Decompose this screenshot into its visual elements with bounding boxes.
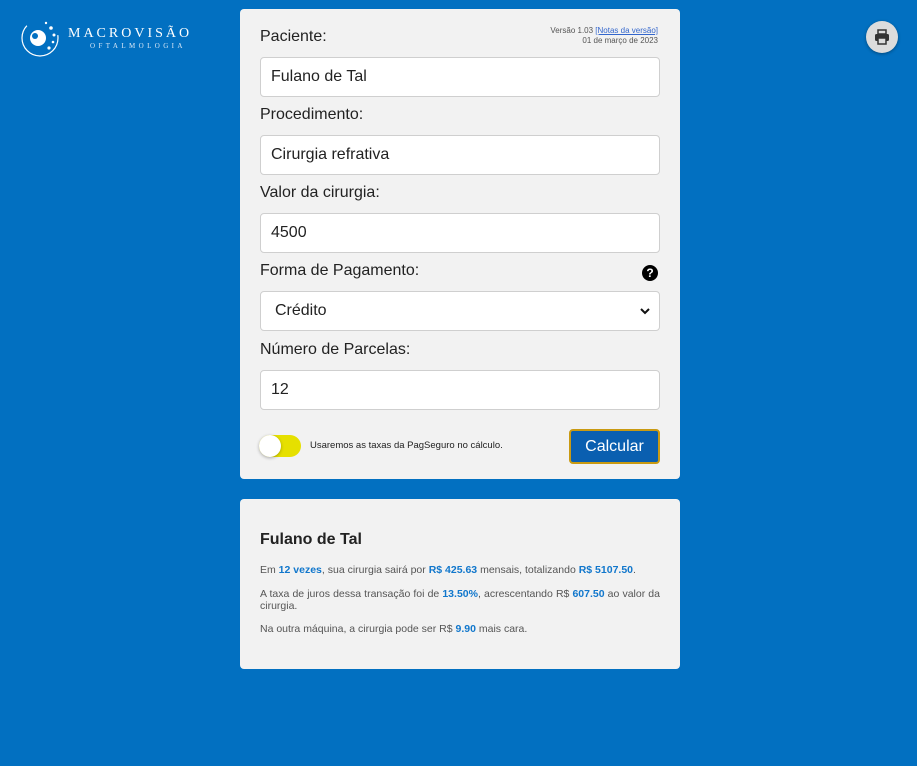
monthly-amount: R$ 425.63: [428, 564, 478, 576]
print-button[interactable]: [866, 21, 898, 53]
brand-name: MACROVISÃO: [68, 25, 193, 41]
installments-label: Número de Parcelas:: [260, 341, 411, 358]
payment-form: Versão 1.03 [Notas da versão] 01 de març…: [240, 9, 680, 479]
brand-subtitle: OFTALMOLOGIA: [90, 41, 186, 50]
result-summary: Em 12 vezes, sua cirurgia sairá por R$ 4…: [260, 564, 636, 576]
patient-input[interactable]: Fulano de Tal: [260, 57, 660, 97]
calculate-button[interactable]: Calcular: [569, 429, 660, 464]
toggle-knob: [259, 435, 281, 457]
printer-icon: [875, 29, 889, 45]
procedure-label: Procedimento:: [260, 106, 364, 123]
pagseguro-toggle[interactable]: [259, 435, 301, 457]
difference-amount: 9.90: [455, 623, 476, 635]
interest-added: 607.50: [572, 588, 605, 600]
payment-method-select[interactable]: Crédito: [260, 291, 660, 331]
result-comparison: Na outra máquina, a cirurgia pode ser R$…: [260, 623, 528, 635]
result-interest: A taxa de juros dessa transação foi de 1…: [260, 588, 660, 612]
chevron-down-icon: [640, 308, 650, 315]
total-amount: R$ 5107.50: [578, 564, 634, 576]
help-icon[interactable]: ?: [642, 265, 658, 281]
patient-label: Paciente:: [260, 28, 327, 45]
release-notes-link[interactable]: [Notas da versão]: [595, 26, 658, 35]
payment-method-label: Forma de Pagamento:: [260, 262, 420, 279]
version-info: Versão 1.03 [Notas da versão] 01 de març…: [550, 26, 658, 46]
installments-count: 12 vezes: [278, 564, 322, 576]
eye-logo-icon: [21, 19, 59, 57]
result-patient-name: Fulano de Tal: [260, 531, 362, 548]
surgery-value-label: Valor da cirurgia:: [260, 184, 380, 201]
surgery-value-input[interactable]: 4500: [260, 213, 660, 253]
toggle-description: Usaremos as taxas da PagSeguro no cálcul…: [310, 440, 503, 451]
procedure-input[interactable]: Cirurgia refrativa: [260, 135, 660, 175]
result-card: Fulano de Tal Em 12 vezes, sua cirurgia …: [240, 499, 680, 669]
version-text: Versão 1.03: [550, 26, 594, 35]
installments-input[interactable]: 12: [260, 370, 660, 410]
brand-logo: MACROVISÃO OFTALMOLOGIA: [20, 18, 192, 58]
payment-method-value: Crédito: [275, 302, 327, 319]
version-date: 01 de março de 2023: [582, 36, 658, 45]
interest-rate: 13.50%: [442, 588, 478, 600]
